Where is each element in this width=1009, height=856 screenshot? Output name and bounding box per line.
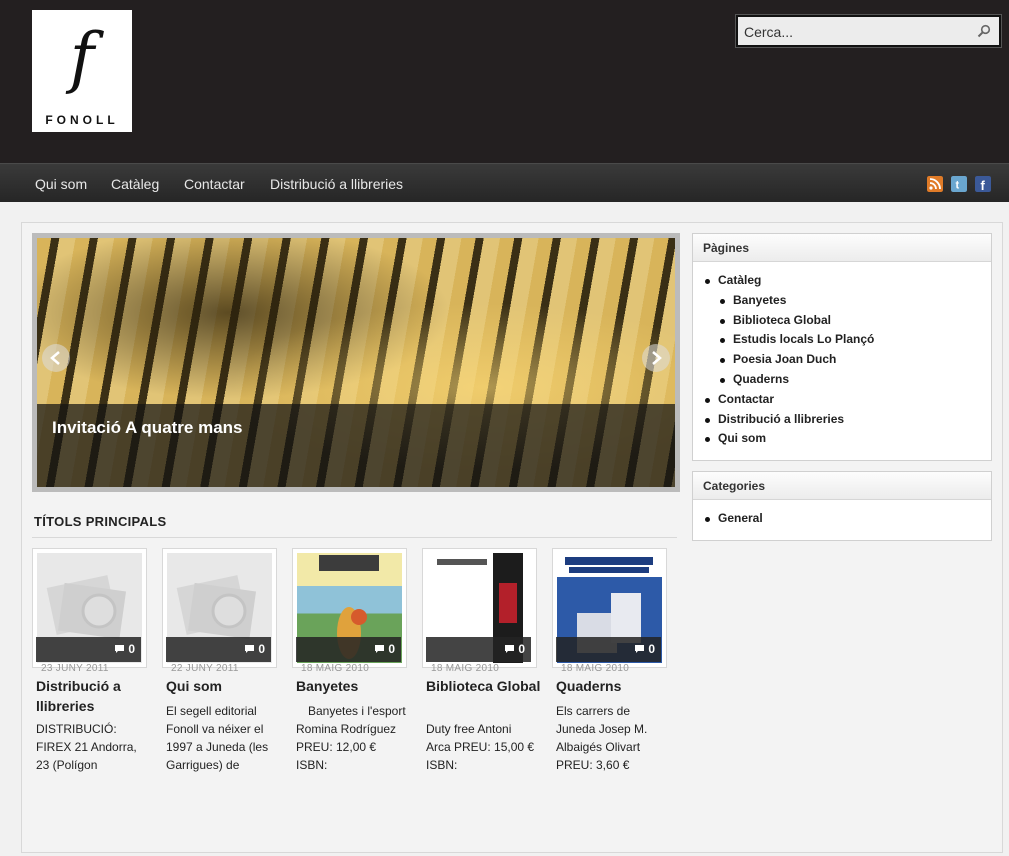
post-date: 23 JUNY 2011: [41, 663, 109, 674]
site-header: f FONOLL: [0, 0, 1009, 163]
facebook-icon[interactable]: f: [975, 176, 991, 192]
post-title[interactable]: Quaderns: [556, 676, 674, 696]
post-excerpt: Duty free Antoni Arca PREU: 15,00 € ISBN…: [426, 722, 535, 772]
arrow-left-icon: [50, 351, 60, 365]
slider-prev-button[interactable]: [42, 344, 70, 372]
page-link-quaderns[interactable]: Quaderns: [693, 370, 991, 390]
slide-caption-title[interactable]: Invitació A quatre mans: [52, 418, 243, 438]
arrow-right-icon: [652, 351, 662, 365]
logo-wordmark: FONOLL: [45, 113, 119, 127]
comment-count: 0: [388, 642, 395, 656]
post-date: 18 MAIG 2010: [431, 663, 500, 674]
post-title[interactable]: Banyetes: [296, 676, 414, 696]
section-heading: TÍTOLS PRINCIPALS: [34, 514, 167, 529]
svg-text:t: t: [956, 180, 960, 192]
comment-count-badge[interactable]: 0: [426, 637, 531, 662]
main-nav: Qui som Catàleg Contactar Distribució a …: [0, 163, 1009, 202]
post-date: 18 MAIG 2010: [561, 663, 630, 674]
page-link-banyetes[interactable]: Banyetes: [693, 291, 991, 311]
comment-count: 0: [518, 642, 525, 656]
post-date: 22 JUNY 2011: [171, 663, 239, 674]
comment-icon: [115, 645, 124, 653]
comment-icon: [245, 645, 254, 653]
comment-icon: [375, 645, 384, 653]
nav-item-qui-som[interactable]: Qui som: [35, 176, 87, 192]
widget-pages: Pàgines Catàleg Banyetes Biblioteca Glob…: [692, 233, 992, 461]
comment-count-badge[interactable]: 0: [166, 637, 271, 662]
category-link-general[interactable]: General: [693, 509, 991, 529]
svg-text:f: f: [981, 178, 986, 192]
comment-icon: [635, 645, 644, 653]
nav-item-contactar[interactable]: Contactar: [184, 176, 245, 192]
post-title[interactable]: Distribució a llibreries: [36, 676, 154, 716]
page-link-distribucio[interactable]: Distribució a llibreries: [693, 410, 991, 430]
comment-count: 0: [128, 642, 135, 656]
comment-count-badge[interactable]: 0: [36, 637, 141, 662]
page-link-biblioteca-global[interactable]: Biblioteca Global: [693, 311, 991, 331]
post-excerpt: Els carrers de Juneda Josep M. Albaigés …: [556, 704, 648, 772]
widget-title: Categories: [693, 472, 991, 500]
nav-item-cataleg[interactable]: Catàleg: [111, 176, 159, 192]
search-icon[interactable]: [977, 24, 991, 38]
categories-list: General: [693, 500, 991, 529]
page-link-qui-som[interactable]: Qui som: [693, 429, 991, 449]
post-date: 18 MAIG 2010: [301, 663, 370, 674]
post-excerpt: Banyetes i l'esport Romina Rodríguez PRE…: [296, 704, 406, 772]
search-box: [736, 15, 1001, 47]
comment-count-badge[interactable]: 0: [556, 637, 661, 662]
logo-letter: f: [69, 19, 95, 96]
post-title[interactable]: Biblioteca Global: [426, 676, 544, 696]
search-input[interactable]: [744, 21, 974, 43]
slide-caption: Invitació A quatre mans: [37, 404, 675, 487]
comment-count-badge[interactable]: 0: [296, 637, 401, 662]
comment-count: 0: [258, 642, 265, 656]
slider-next-button[interactable]: [642, 344, 670, 372]
page-link-estudis-locals[interactable]: Estudis locals Lo Plançó: [693, 330, 991, 350]
featured-slider: Invitació A quatre mans: [32, 233, 680, 492]
rss-icon[interactable]: [927, 176, 943, 192]
site-logo[interactable]: f FONOLL: [32, 10, 132, 132]
nav-item-distribucio[interactable]: Distribució a llibreries: [270, 176, 403, 192]
post-excerpt: El segell editorial Fonoll va néixer el …: [166, 704, 269, 772]
pages-list: Catàleg Banyetes Biblioteca Global Estud…: [693, 262, 991, 449]
page-link-contactar[interactable]: Contactar: [693, 390, 991, 410]
twitter-icon[interactable]: t: [951, 176, 967, 192]
post-excerpt: DISTRIBUCIÓ: FIREX 21 Andorra, 23 (Políg…: [36, 722, 137, 772]
page-link-poesia-joan-duch[interactable]: Poesia Joan Duch: [693, 350, 991, 370]
section-divider: [32, 537, 677, 538]
widget-title: Pàgines: [693, 234, 991, 262]
comment-icon: [505, 645, 514, 653]
widget-categories: Categories General: [692, 471, 992, 541]
post-title[interactable]: Qui som: [166, 676, 284, 696]
page-link-cataleg[interactable]: Catàleg: [693, 271, 991, 291]
comment-count: 0: [648, 642, 655, 656]
